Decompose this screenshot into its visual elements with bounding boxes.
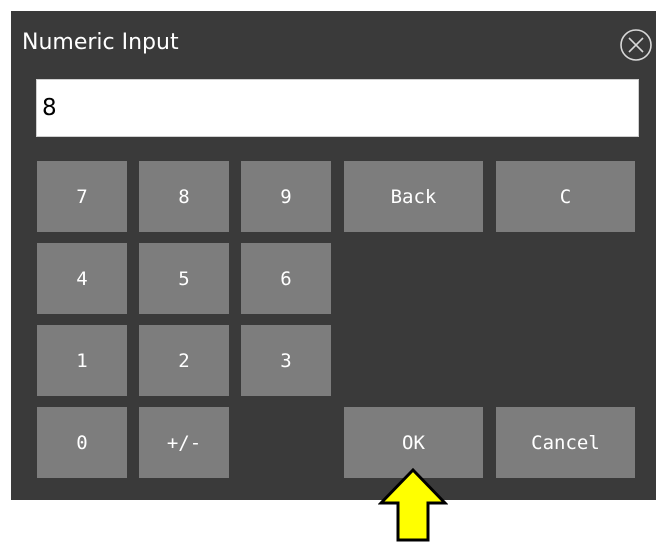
circle-x-icon <box>620 29 652 61</box>
key-4[interactable]: 4 <box>37 243 127 314</box>
numeric-input-dialog: Numeric Input 8 7 8 9 Back C 4 5 6 1 2 3… <box>11 11 656 500</box>
key-9[interactable]: 9 <box>241 161 331 232</box>
yellow-up-arrow-icon <box>378 468 448 542</box>
key-7[interactable]: 7 <box>37 161 127 232</box>
key-2[interactable]: 2 <box>139 325 229 396</box>
key-1[interactable]: 1 <box>37 325 127 396</box>
back-button[interactable]: Back <box>344 161 483 232</box>
key-0[interactable]: 0 <box>37 407 127 478</box>
dialog-title: Numeric Input <box>22 30 179 55</box>
key-6[interactable]: 6 <box>241 243 331 314</box>
numeric-display-field[interactable]: 8 <box>36 79 639 137</box>
key-5[interactable]: 5 <box>139 243 229 314</box>
close-button[interactable] <box>619 28 653 62</box>
cancel-button[interactable]: Cancel <box>496 407 635 478</box>
key-8[interactable]: 8 <box>139 161 229 232</box>
plus-minus-button[interactable]: +/- <box>139 407 229 478</box>
key-3[interactable]: 3 <box>241 325 331 396</box>
clear-button[interactable]: C <box>496 161 635 232</box>
